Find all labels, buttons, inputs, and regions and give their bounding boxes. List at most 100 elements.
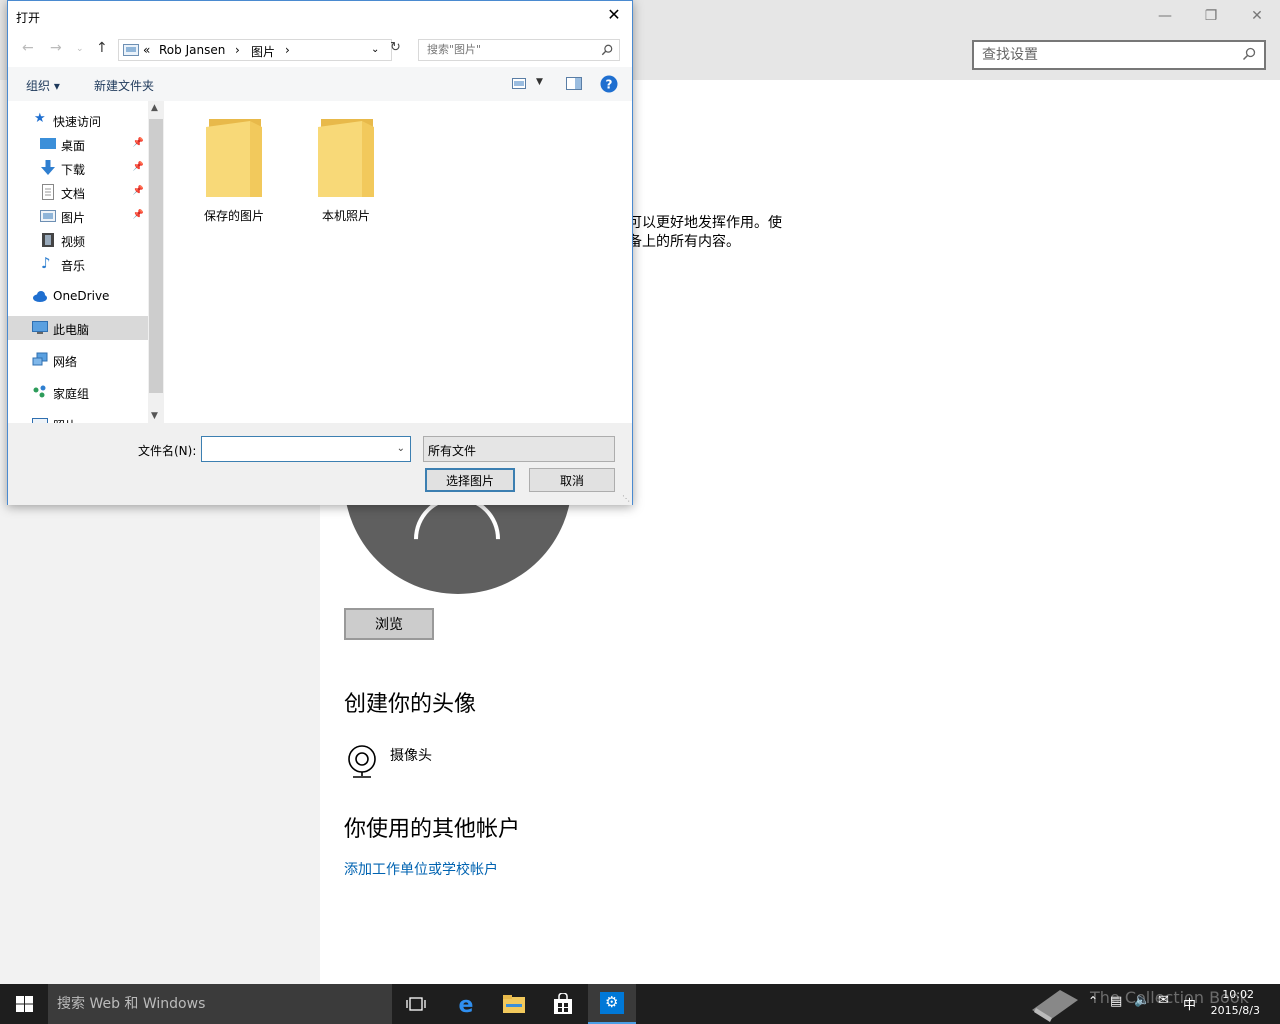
photos-icon — [32, 418, 48, 423]
new-folder-button[interactable]: 新建文件夹 — [94, 77, 154, 94]
view-dropdown-chevron-icon[interactable]: ▼ — [536, 77, 543, 87]
preview-pane-icon[interactable] — [566, 77, 582, 90]
address-dropdown-chevron-icon[interactable]: ⌄ — [371, 44, 379, 55]
show-hidden-icons-chevron-icon[interactable]: ⌃ — [1088, 994, 1098, 1008]
nav-item-downloads[interactable]: 下载 📌 — [8, 156, 148, 180]
breadcrumb-rob-jansen[interactable]: Rob Jansen — [159, 43, 225, 57]
breadcrumb-overflow[interactable]: « — [143, 43, 150, 57]
input-method-indicator[interactable]: 中 — [1183, 994, 1196, 1013]
scroll-down-icon[interactable]: ▼ — [151, 411, 158, 421]
nav-item-label: 快速访问 — [53, 115, 102, 129]
dialog-search-box[interactable] — [418, 39, 620, 61]
help-icon[interactable]: ? — [600, 75, 618, 93]
breadcrumb-pictures[interactable]: 图片 — [251, 43, 275, 60]
edge-browser-button[interactable]: e — [441, 984, 489, 1024]
forward-arrow-icon[interactable]: → — [50, 40, 62, 56]
camera-option[interactable]: 摄像头 — [390, 745, 432, 765]
folder-saved-pictures[interactable]: 保存的图片 — [184, 115, 284, 225]
filename-dropdown-chevron-icon[interactable]: ⌄ — [397, 443, 405, 454]
dialog-close-icon[interactable]: ✕ — [602, 5, 626, 27]
file-type-chevron-icon[interactable]: ⌄ — [428, 442, 609, 456]
cancel-button[interactable]: 取消 — [529, 468, 615, 492]
nav-item-music[interactable]: ♪ 音乐 — [8, 252, 148, 276]
volume-icon[interactable]: 🔈 — [1134, 993, 1150, 1008]
search-icon[interactable] — [601, 44, 613, 56]
start-button[interactable] — [0, 984, 48, 1024]
camera-icon[interactable] — [346, 745, 378, 779]
breadcrumb-separator[interactable]: › — [285, 43, 290, 57]
file-explorer-button[interactable] — [490, 984, 538, 1024]
back-arrow-icon[interactable]: ← — [22, 40, 34, 56]
dialog-titlebar: 打开 ✕ — [8, 1, 632, 31]
store-bag-icon — [554, 993, 572, 1014]
svg-text:?: ? — [606, 78, 613, 92]
settings-search-box[interactable] — [972, 40, 1266, 70]
organize-menu[interactable]: 组织 ▾ — [26, 77, 60, 94]
add-work-school-account-link[interactable]: 添加工作单位或学校帐户 — [344, 859, 498, 879]
resize-grip-icon[interactable]: ⋱ — [622, 494, 630, 503]
action-center-icon[interactable]: ✉ — [1158, 993, 1169, 1008]
settings-search-input[interactable] — [982, 46, 1232, 64]
search-icon[interactable] — [1242, 47, 1256, 61]
settings-app-button[interactable]: ⚙ — [588, 984, 636, 1024]
pin-icon[interactable]: 📌 — [133, 186, 144, 196]
dialog-bottom-panel: 文件名(N): ⌄ 所有文件 ⌄ 选择图片 取消 ⋱ — [8, 423, 632, 505]
cloud-icon — [33, 291, 47, 302]
nav-item-homegroup[interactable]: 家庭组 — [8, 380, 148, 404]
clock-time[interactable]: 10:02 — [1222, 988, 1254, 1001]
store-button[interactable] — [539, 984, 587, 1024]
nav-item-onedrive[interactable]: OneDrive — [8, 284, 148, 308]
nav-item-label: 文档 — [61, 187, 86, 201]
nav-item-label: 音乐 — [61, 259, 86, 273]
browse-button[interactable]: 浏览 — [344, 608, 434, 640]
task-view-icon — [406, 997, 426, 1011]
svg-text:e: e — [459, 993, 474, 1015]
nav-item-this-pc[interactable]: 此电脑 — [8, 316, 148, 340]
scroll-up-icon[interactable]: ▲ — [151, 103, 158, 113]
filename-combobox[interactable]: ⌄ — [201, 436, 411, 462]
nav-item-quick-access[interactable]: ★ 快速访问 — [8, 108, 148, 132]
taskbar-search-box[interactable] — [48, 984, 392, 1024]
computer-icon — [32, 321, 48, 334]
pin-icon[interactable]: 📌 — [133, 162, 144, 172]
filename-input[interactable] — [205, 441, 390, 455]
address-bar[interactable]: « Rob Jansen › 图片 › ⌄ — [118, 39, 392, 61]
create-avatar-heading: 创建你的头像 — [344, 692, 477, 717]
close-button[interactable]: ✕ — [1234, 4, 1280, 28]
dialog-search-input[interactable] — [427, 43, 597, 56]
minimize-button[interactable]: — — [1142, 4, 1188, 28]
network-status-icon[interactable]: ▤ — [1110, 994, 1122, 1009]
nav-item-pictures[interactable]: 图片 📌 — [8, 204, 148, 228]
pin-icon[interactable]: 📌 — [133, 210, 144, 220]
nav-item-videos[interactable]: 视频 — [8, 228, 148, 252]
select-picture-button[interactable]: 选择图片 — [425, 468, 515, 492]
up-arrow-icon[interactable]: ↑ — [96, 40, 108, 56]
nav-item-network[interactable]: 网络 — [8, 348, 148, 372]
nav-item-desktop[interactable]: 桌面 📌 — [8, 132, 148, 156]
dialog-toolbar: 组织 ▾ 新建文件夹 ▼ ? — [8, 67, 632, 101]
document-icon — [42, 184, 54, 200]
nav-item-documents[interactable]: 文档 📌 — [8, 180, 148, 204]
folder-camera-roll[interactable]: 本机照片 — [296, 115, 396, 225]
restore-button[interactable]: ❐ — [1188, 4, 1234, 28]
nav-pane-scrollbar[interactable]: ▲ ▼ — [148, 101, 164, 423]
homegroup-icon — [33, 385, 46, 398]
windows-logo-icon — [16, 996, 33, 1012]
taskbar-search-input[interactable] — [57, 995, 377, 1013]
nav-item-photos[interactable]: 照片 — [8, 412, 148, 423]
navigation-pane: ★ 快速访问 桌面 📌 下载 📌 文档 📌 图片 📌 视频 ♪ 音乐 OneDr… — [8, 101, 148, 423]
breadcrumb-separator[interactable]: › — [235, 43, 240, 57]
other-accounts-heading: 你使用的其他帐户 — [344, 817, 521, 842]
network-icon — [32, 352, 48, 366]
task-view-button[interactable] — [392, 984, 440, 1024]
clock-date[interactable]: 2015/8/3 — [1211, 1004, 1260, 1017]
scrollbar-thumb[interactable] — [149, 119, 163, 393]
nav-item-label: 桌面 — [61, 139, 86, 153]
file-type-select[interactable]: 所有文件 ⌄ — [423, 436, 615, 462]
desktop-icon — [40, 138, 56, 149]
recent-locations-chevron-icon[interactable]: ⌄ — [76, 44, 84, 54]
view-options-icon[interactable] — [512, 78, 526, 89]
refresh-icon[interactable]: ↻ — [390, 40, 401, 55]
book-watermark-icon — [1032, 990, 1078, 1022]
pin-icon[interactable]: 📌 — [133, 138, 144, 148]
